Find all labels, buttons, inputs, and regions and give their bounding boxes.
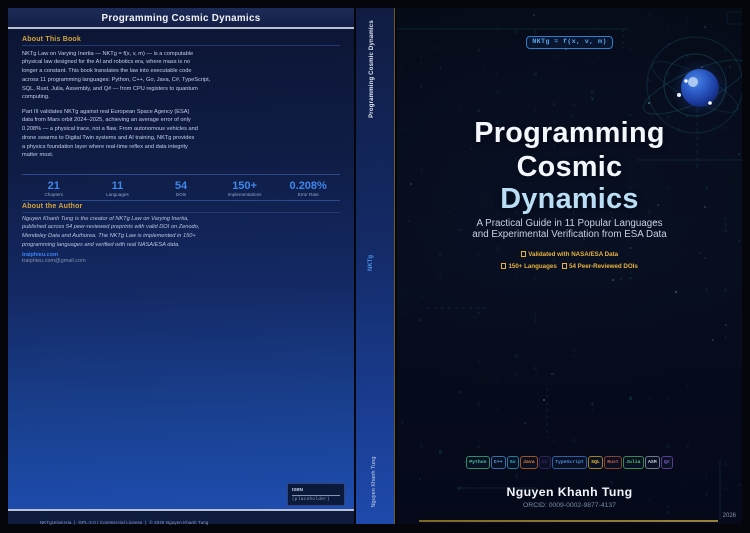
svg-text:>: > [629, 276, 632, 282]
svg-text:N: N [401, 312, 404, 318]
svg-text:f: f [458, 108, 461, 114]
svg-text:=: = [686, 384, 689, 390]
svg-text:T: T [705, 474, 708, 480]
svg-text:N: N [534, 72, 537, 78]
svg-text:{: { [534, 318, 537, 324]
svg-text:N: N [515, 354, 518, 360]
svg-text:0: 0 [724, 288, 727, 294]
svg-text:1: 1 [667, 414, 670, 420]
svg-text:G: G [572, 102, 575, 108]
svg-text:<: < [591, 402, 594, 408]
svg-text:{: { [477, 402, 480, 408]
svg-text:{: { [515, 474, 518, 480]
svg-text:0: 0 [553, 102, 556, 108]
svg-text:C: C [496, 24, 499, 30]
svg-text:0: 0 [686, 444, 689, 450]
svg-text:v: v [477, 438, 480, 444]
svg-text:1: 1 [420, 294, 423, 300]
svg-text:0: 0 [439, 438, 442, 444]
svg-text:<: < [591, 306, 594, 312]
svg-text:v: v [515, 372, 518, 378]
svg-text:#: # [496, 90, 499, 96]
svg-text:{: { [705, 288, 708, 294]
svg-text:/: / [401, 84, 404, 90]
svg-text:G: G [648, 78, 651, 84]
svg-text:+: + [401, 288, 404, 294]
svg-text:G: G [667, 444, 670, 450]
svg-text:1: 1 [553, 372, 556, 378]
svg-text:;: ; [705, 390, 708, 396]
svg-text:v: v [591, 96, 594, 102]
svg-text:0: 0 [572, 348, 575, 354]
svg-text:G: G [534, 372, 537, 378]
svg-text:G: G [420, 444, 423, 450]
svg-text:=: = [591, 24, 594, 30]
svg-text:T: T [477, 312, 480, 318]
svg-text:X: X [705, 402, 708, 408]
svg-text:v: v [553, 54, 556, 60]
svg-text:=: = [534, 108, 537, 114]
svg-text:m: m [591, 60, 594, 66]
svg-text:=: = [591, 408, 594, 414]
svg-text:/: / [572, 330, 575, 336]
svg-text:m: m [477, 444, 480, 450]
svg-text:/: / [629, 318, 632, 324]
svg-text:1: 1 [515, 276, 518, 282]
svg-text:}: } [648, 318, 651, 324]
svg-text:N: N [591, 90, 594, 96]
svg-text:1: 1 [648, 396, 651, 402]
svg-text:m: m [648, 12, 651, 18]
svg-text:K: K [420, 54, 423, 60]
svg-text:K: K [420, 84, 423, 90]
svg-text:*: * [496, 378, 499, 384]
svg-text:+: + [420, 432, 423, 438]
svg-text:K: K [553, 438, 556, 444]
svg-text:;: ; [572, 312, 575, 318]
svg-text:}: } [477, 360, 480, 366]
svg-text:<: < [458, 390, 461, 396]
svg-text:<: < [401, 54, 404, 60]
svg-text:1: 1 [439, 276, 442, 282]
svg-text:1: 1 [401, 420, 404, 426]
svg-text:/: / [572, 354, 575, 360]
svg-text:0: 0 [572, 438, 575, 444]
svg-text:<: < [534, 276, 537, 282]
svg-text:}: } [496, 72, 499, 78]
svg-text:/: / [458, 312, 461, 318]
svg-text:#: # [572, 408, 575, 414]
svg-text:/: / [401, 66, 404, 72]
svg-text:*: * [420, 390, 423, 396]
svg-text:}: } [591, 72, 594, 78]
svg-text:f: f [724, 336, 727, 342]
svg-text:C: C [496, 408, 499, 414]
svg-text:T: T [439, 66, 442, 72]
svg-text:1: 1 [420, 60, 423, 66]
svg-text:;: ; [515, 510, 518, 516]
svg-text:*: * [667, 288, 670, 294]
svg-text:{: { [667, 396, 670, 402]
svg-text:0: 0 [629, 396, 632, 402]
svg-text:f: f [686, 18, 689, 24]
svg-text:K: K [667, 510, 670, 516]
svg-text:X: X [667, 72, 670, 78]
svg-text:v: v [477, 108, 480, 114]
